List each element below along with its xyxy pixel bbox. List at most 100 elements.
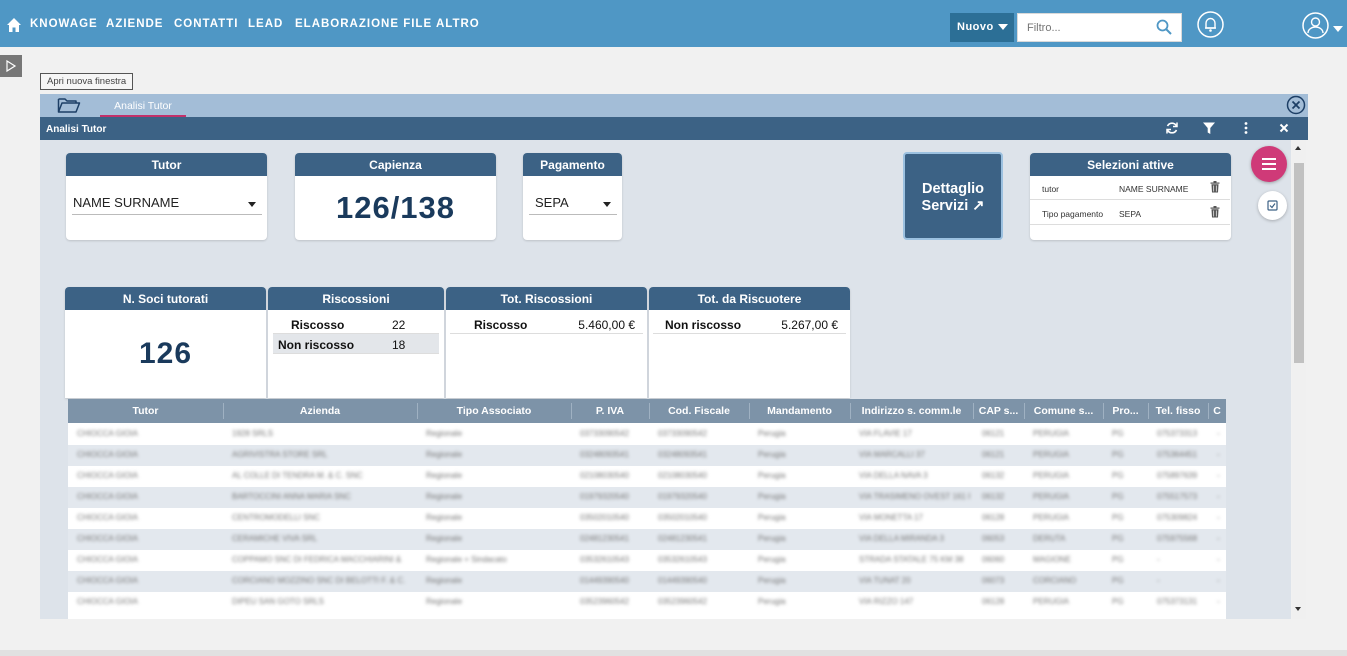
riscossioni-count: 18 <box>392 338 406 352</box>
table-row[interactable]: CHIOCCA GIOIA DIPEU SAN GOTO SRLS Regional… <box>68 592 1226 613</box>
table-row[interactable]: CHIOCCA GIOIA AGRIVISTRA STORE SRL Regiona… <box>68 445 1226 466</box>
table-cell: 03523960542 <box>658 597 707 606</box>
pagamento-header: Pagamento <box>523 153 622 176</box>
refresh-icon[interactable] <box>1165 121 1179 135</box>
table-row[interactable]: CHIOCCA GIOIA CORCIANO MOZZINO SNC DI BEL… <box>68 571 1226 592</box>
column-header[interactable]: Comune s... <box>1024 405 1103 417</box>
table-row[interactable]: CHIOCCA GIOIA AL COLLE DI TENDRA M. & C. … <box>68 466 1226 487</box>
column-separator[interactable] <box>1148 403 1149 419</box>
more-options-icon[interactable] <box>1239 121 1253 135</box>
table-cell: VIA RIZZO 147 <box>859 597 914 606</box>
table-cell: Regionale <box>426 576 463 585</box>
tab-analisi-tutor[interactable]: Analisi Tutor <box>100 97 186 117</box>
column-header[interactable]: Indirizzo s. comm.le <box>850 405 973 417</box>
column-header[interactable]: Tutor <box>68 405 223 417</box>
table-cell: VIA TUNAT 20 <box>859 576 911 585</box>
tot-da-riscuotere-value: 5.267,00 € <box>781 318 838 332</box>
table-row[interactable]: CHIOCCA GIOIA CENTROMODELLI SNC Regionale 0… <box>68 508 1226 529</box>
table-cell: DIPEU SAN GOTO SRLS <box>232 597 324 606</box>
nav-elaborazione-file[interactable]: ELABORAZIONE FILE <box>295 18 432 30</box>
column-header[interactable]: Tel. fisso <box>1148 405 1208 417</box>
home-icon[interactable] <box>6 17 22 33</box>
table-cell: 02108030540 <box>580 471 629 480</box>
column-header[interactable]: Azienda <box>223 405 417 417</box>
trash-icon[interactable] <box>1210 206 1220 218</box>
table-cell: CHIOCCA GIOIA <box>77 492 138 501</box>
table-cell: 06132 <box>982 471 1005 480</box>
tot-riscossioni-row: Riscosso 5.460,00 € <box>450 314 643 334</box>
table-row[interactable]: CHIOCCA GIOIA 1928 SRLS Regionale 037330905… <box>68 424 1226 445</box>
tutor-select[interactable]: NAME SURNAME <box>72 195 262 215</box>
table-cell: DERUTA <box>1033 534 1066 543</box>
pagamento-select[interactable]: SEPA <box>529 195 617 215</box>
table-cell: CORCIANO MOZZINO SNC DI BELOTTI F. & C. <box>232 576 406 585</box>
riscossioni-row: Non riscosso 18 <box>273 334 439 354</box>
column-separator[interactable] <box>1208 403 1209 419</box>
user-avatar-icon[interactable] <box>1301 11 1330 40</box>
column-separator[interactable] <box>417 403 418 419</box>
riscossioni-label: Riscosso <box>291 318 345 332</box>
column-separator[interactable] <box>571 403 572 419</box>
table-cell: PERUGIA <box>1033 450 1070 459</box>
scrollbar-thumb[interactable] <box>1294 163 1304 363</box>
table-cell: 06053 <box>982 534 1005 543</box>
nav-altro[interactable]: ALTRO <box>436 18 480 30</box>
column-separator[interactable] <box>649 403 650 419</box>
table-cell: CHIOCCA GIOIA <box>77 555 138 564</box>
column-separator[interactable] <box>973 403 974 419</box>
scroll-up-arrow-icon[interactable] <box>1295 146 1301 150</box>
riscossioni-row: Riscosso 22 <box>273 314 439 334</box>
selezioni-attive-widget: Selezioni attive tutor NAME SURNAME Tipo… <box>1030 153 1231 240</box>
dettaglio-servizi-button[interactable]: Dettaglio Servizi ↗ <box>903 152 1003 240</box>
filter-icon[interactable] <box>1202 121 1216 135</box>
table-row[interactable]: CHIOCCA GIOIA CERAMICHE VIVA SRL Regionale… <box>68 529 1226 550</box>
nuovo-label: Nuovo <box>957 21 994 33</box>
table-cell: 01449390540 <box>658 576 707 585</box>
table-cell: 06132 <box>982 492 1005 501</box>
table-row[interactable]: CHIOCCA GIOIA COPPAMO SNC DI FEDRICA MACC… <box>68 550 1226 571</box>
tot-riscossioni-header: Tot. Riscossioni <box>446 287 647 310</box>
column-separator[interactable] <box>1103 403 1104 419</box>
trash-icon[interactable] <box>1210 181 1220 193</box>
table-cell: 06060 <box>982 555 1005 564</box>
column-separator[interactable] <box>850 403 851 419</box>
table-cell: Perugia <box>758 555 786 564</box>
folder-open-icon[interactable] <box>57 96 81 114</box>
table-cell: 03523960542 <box>580 597 629 606</box>
table-cell: AGRIVISTRA STORE SRL <box>232 450 328 459</box>
tot-da-riscuotere-header: Tot. da Riscuotere <box>649 287 850 310</box>
selections-fab-button[interactable] <box>1258 191 1287 220</box>
column-header[interactable]: CAP s... <box>973 405 1024 417</box>
nav-lead[interactable]: LEAD <box>248 18 283 30</box>
nav-contatti[interactable]: CONTATTI <box>174 18 238 30</box>
table-cell: PG <box>1112 513 1124 522</box>
table-cell: 075373131 <box>1157 597 1198 606</box>
menu-fab-button[interactable] <box>1251 146 1287 182</box>
filter-input[interactable] <box>1018 14 1148 41</box>
column-separator[interactable] <box>749 403 750 419</box>
servizi-label: Servizi ↗ <box>921 198 985 214</box>
column-header[interactable]: C <box>1208 405 1226 417</box>
selection-value: NAME SURNAME <box>1119 184 1189 194</box>
column-header[interactable]: P. IVA <box>571 405 649 417</box>
table-cell: CHIOCCA GIOIA <box>77 513 138 522</box>
column-header[interactable]: Pro... <box>1103 405 1148 417</box>
column-header[interactable]: Cod. Fiscale <box>649 405 749 417</box>
sidebar-toggle-button[interactable] <box>0 55 22 77</box>
table-cell: - <box>1217 597 1220 606</box>
column-header[interactable]: Mandamento <box>749 405 850 417</box>
column-separator[interactable] <box>223 403 224 419</box>
nav-knowage[interactable]: KNOWAGE <box>30 18 98 30</box>
search-icon[interactable] <box>1156 19 1172 35</box>
close-window-icon[interactable] <box>1286 95 1306 115</box>
nav-aziende[interactable]: AZIENDE <box>106 18 163 30</box>
column-header[interactable]: Tipo Associato <box>417 405 571 417</box>
soci-value: 126 <box>138 337 193 370</box>
scroll-down-arrow-icon[interactable] <box>1295 607 1301 611</box>
user-menu-caret-icon[interactable] <box>1333 26 1343 32</box>
table-row[interactable]: CHIOCCA GIOIA BARTOCCINI ANNA MARIA SNC Re… <box>68 487 1226 508</box>
column-separator[interactable] <box>1024 403 1025 419</box>
nuovo-dropdown[interactable]: Nuovo <box>950 13 1014 42</box>
close-document-icon[interactable] <box>1277 121 1291 135</box>
notifications-bell-icon[interactable] <box>1196 10 1225 39</box>
